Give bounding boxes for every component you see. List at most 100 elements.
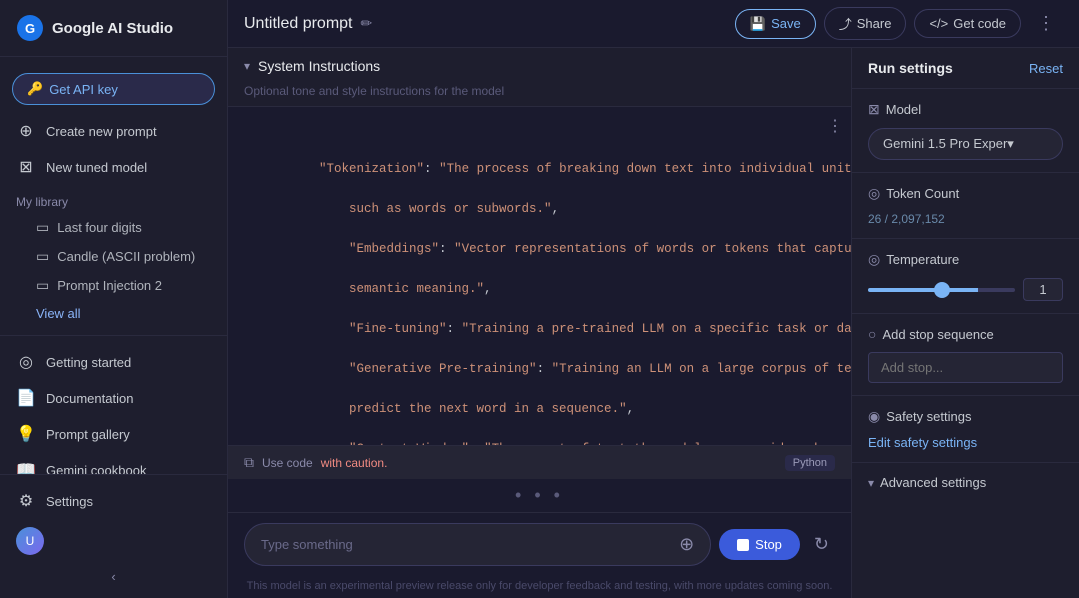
sidebar-item-documentation[interactable]: 📄 Documentation — [0, 380, 219, 416]
input-box[interactable]: Type something ⊕ — [244, 523, 711, 566]
system-instructions-hint: Optional tone and style instructions for… — [228, 84, 851, 106]
create-prompt-label: Create new prompt — [46, 124, 157, 139]
sidebar-divider — [0, 335, 227, 336]
stop-sequence-label: ○ Add stop sequence — [868, 326, 1063, 342]
code-icon: </> — [929, 16, 948, 31]
new-tuned-model-label: New tuned model — [46, 160, 147, 175]
temperature-slider-area: 1 — [868, 278, 1063, 301]
avatar: U — [16, 527, 44, 555]
app-title: Google AI Studio — [52, 20, 173, 37]
temperature-section: ◎ Temperature 1 — [852, 239, 1079, 314]
user-avatar-area[interactable]: U — [0, 519, 227, 563]
temperature-icon: ◎ — [868, 251, 880, 268]
collapse-icon: ▾ — [244, 59, 250, 73]
sidebar-content: 🔑 Get API key ⊕ Create new prompt ⊠ New … — [0, 57, 227, 474]
code-area[interactable]: ⋮ "Tokenization": "The process of breaki… — [228, 107, 851, 445]
save-icon: 💾 — [750, 16, 766, 32]
model-icon: ⊠ — [868, 101, 880, 118]
sidebar-item-prompt-gallery[interactable]: 💡 Prompt gallery — [0, 416, 219, 452]
getting-started-icon: ◎ — [16, 352, 36, 372]
sidebar-item-settings[interactable]: ⚙ Settings — [0, 483, 219, 519]
advanced-settings-label: ▾ Advanced settings — [868, 475, 986, 490]
input-area: Type something ⊕ Stop ↻ — [228, 512, 851, 576]
content-area: ▾ System Instructions Optional tone and … — [228, 48, 1079, 598]
prompt-icon-3: ▭ — [36, 277, 49, 294]
sidebar-footer: ⚙ Settings U ‹ — [0, 474, 227, 598]
prompt-editor: ▾ System Instructions Optional tone and … — [228, 48, 851, 598]
temperature-value: 1 — [1023, 278, 1063, 301]
prompt-icon-2: ▭ — [36, 248, 49, 265]
token-count-section: ◎ Token Count 26 / 2,097,152 — [852, 173, 1079, 239]
sidebar-item-last-four-digits[interactable]: ▭ Last four digits — [0, 213, 219, 242]
model-select[interactable]: Gemini 1.5 Pro Exper▾ — [868, 128, 1063, 160]
topbar-actions: 💾 Save ⤴ Share </> Get code ⋮ — [735, 7, 1063, 40]
add-content-icon[interactable]: ⊕ — [679, 534, 694, 555]
sidebar-header: G Google AI Studio — [0, 0, 227, 57]
page-title: Untitled prompt ✏ — [244, 15, 727, 33]
sidebar-item-getting-started[interactable]: ◎ Getting started — [0, 344, 219, 380]
sidebar-item-prompt-injection[interactable]: ▭ Prompt Injection 2 — [0, 271, 219, 300]
settings-icon: ⚙ — [16, 491, 36, 511]
chevron-left-icon: ‹ — [111, 569, 115, 584]
gallery-icon: 💡 — [16, 424, 36, 444]
more-options-button[interactable]: ⋮ — [1029, 9, 1063, 38]
tune-icon: ⊠ — [16, 157, 36, 177]
reset-button[interactable]: Reset — [1029, 61, 1063, 76]
temperature-slider[interactable] — [868, 288, 1015, 292]
edit-safety-link[interactable]: Edit safety settings — [868, 435, 1063, 450]
stop-sequence-input[interactable] — [868, 352, 1063, 383]
advanced-settings-header[interactable]: ▾ Advanced settings — [852, 463, 1079, 502]
stop-button[interactable]: Stop — [719, 529, 800, 560]
view-all-button[interactable]: View all — [0, 300, 227, 327]
main-area: Untitled prompt ✏ 💾 Save ⤴ Share </> Get… — [228, 0, 1079, 598]
sidebar-item-new-tuned-model[interactable]: ⊠ New tuned model — [0, 149, 219, 185]
safety-icon: ◉ — [868, 408, 880, 425]
caution-link[interactable]: with caution. — [321, 456, 388, 470]
sidebar-collapse-button[interactable]: ‹ — [0, 563, 227, 590]
run-settings-panel: Run settings Reset ⊠ Model Gemini 1.5 Pr… — [851, 48, 1079, 598]
sidebar-item-create-prompt[interactable]: ⊕ Create new prompt — [0, 113, 219, 149]
code-block: ⋮ "Tokenization": "The process of breaki… — [228, 107, 851, 445]
system-instructions-title: System Instructions — [258, 58, 835, 74]
model-label: ⊠ Model — [868, 101, 1063, 118]
stop-sequence-section: ○ Add stop sequence — [852, 314, 1079, 396]
token-icon: ◎ — [868, 185, 880, 202]
warning-text: Use code — [262, 456, 313, 470]
token-count-value: 26 / 2,097,152 — [868, 212, 1063, 226]
my-library-label: My library — [0, 185, 227, 213]
get-api-button[interactable]: 🔑 Get API key — [12, 73, 215, 105]
system-instructions-header[interactable]: ▾ System Instructions — [228, 48, 851, 84]
google-ai-studio-logo: G — [16, 14, 44, 42]
refresh-button[interactable]: ↻ — [808, 528, 835, 561]
key-icon: 🔑 — [27, 81, 43, 97]
get-code-button[interactable]: </> Get code — [914, 9, 1021, 38]
temperature-label: ◎ Temperature — [868, 251, 1063, 268]
model-section: ⊠ Model Gemini 1.5 Pro Exper▾ — [852, 89, 1079, 173]
share-icon: ⤴ — [839, 14, 852, 33]
get-api-label: Get API key — [49, 82, 118, 97]
warning-bar: ⧉ Use code with caution. Python — [228, 445, 851, 479]
edit-title-icon[interactable]: ✏ — [361, 15, 373, 32]
more-dots: • • • — [228, 479, 851, 512]
docs-icon: 📄 — [16, 388, 36, 408]
plus-icon: ⊕ — [16, 121, 36, 141]
safety-settings-section: ◉ Safety settings Edit safety settings — [852, 396, 1079, 463]
sidebar: G Google AI Studio 🔑 Get API key ⊕ Creat… — [0, 0, 228, 598]
code-more-icon[interactable]: ⋮ — [827, 115, 843, 141]
sidebar-item-candle[interactable]: ▭ Candle (ASCII problem) — [0, 242, 219, 271]
copy-icon[interactable]: ⧉ — [244, 454, 254, 471]
bottom-note: This model is an experimental preview re… — [228, 576, 851, 598]
chevron-down-icon: ▾ — [868, 476, 874, 490]
sidebar-item-gemini-cookbook[interactable]: 📖 Gemini cookbook — [0, 452, 219, 474]
prompt-icon-1: ▭ — [36, 219, 49, 236]
token-count-label: ◎ Token Count — [868, 185, 1063, 202]
save-button[interactable]: 💾 Save — [735, 9, 816, 39]
cookbook-icon: 📖 — [16, 460, 36, 474]
language-badge: Python — [785, 455, 835, 471]
svg-text:G: G — [25, 21, 35, 36]
system-instructions-section: ▾ System Instructions Optional tone and … — [228, 48, 851, 107]
share-button[interactable]: ⤴ Share — [824, 7, 907, 40]
stop-sequence-icon: ○ — [868, 326, 876, 342]
run-settings-header: Run settings Reset — [852, 48, 1079, 89]
stop-icon — [737, 539, 749, 551]
